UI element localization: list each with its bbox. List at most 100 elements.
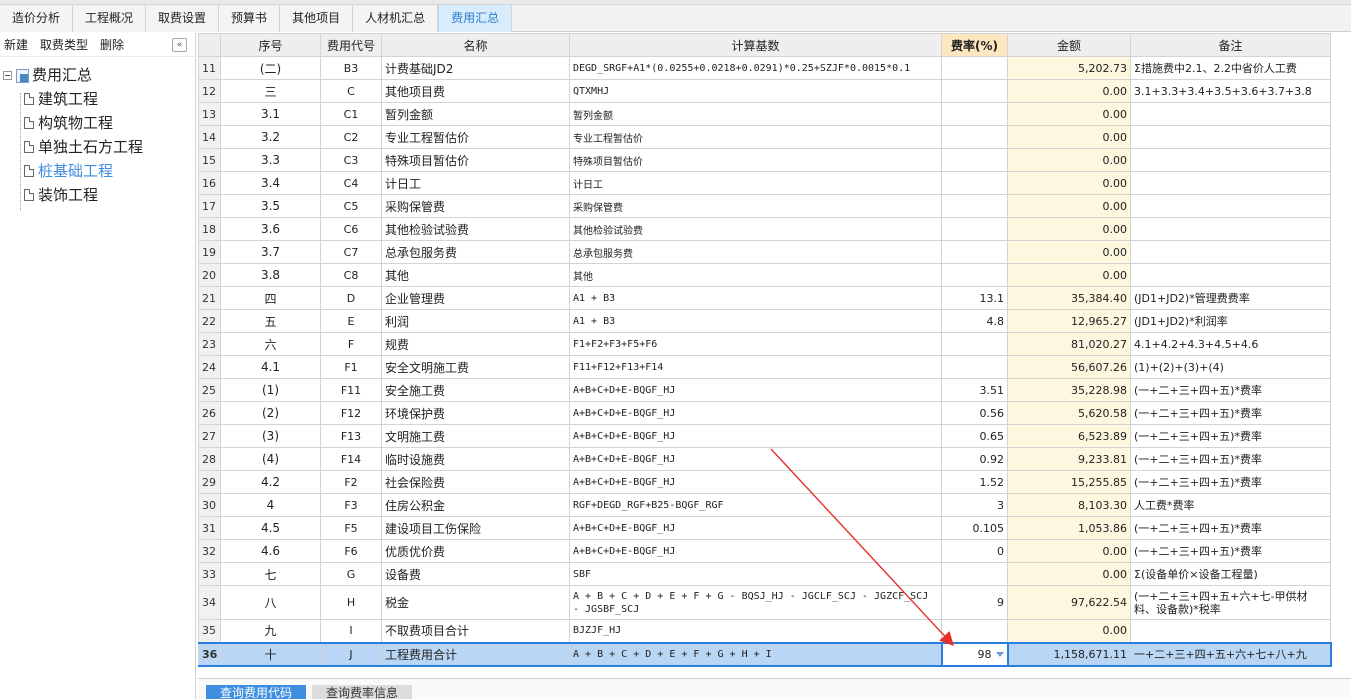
seq-cell[interactable]: 3.2 <box>220 125 321 149</box>
rate-cell[interactable] <box>941 125 1008 149</box>
note-cell[interactable]: (一+二+三+四+五)*费率 <box>1130 516 1331 540</box>
fee-code-cell[interactable]: F <box>320 332 382 356</box>
note-cell[interactable]: Σ(设备单价×设备工程量) <box>1130 562 1331 586</box>
rate-cell[interactable] <box>941 102 1008 126</box>
fee-name-cell[interactable]: 优质优价费 <box>381 539 570 563</box>
fee-code-cell[interactable]: C5 <box>320 194 382 218</box>
row-number-cell[interactable]: 19 <box>198 240 221 264</box>
note-cell[interactable] <box>1130 263 1331 287</box>
fee-code-cell[interactable]: C7 <box>320 240 382 264</box>
row-number-cell[interactable]: 15 <box>198 148 221 172</box>
calc-base-cell[interactable]: A+B+C+D+E-BQGF_HJ <box>569 378 942 402</box>
col-header-code[interactable]: 费用代号 <box>320 33 382 57</box>
fee-code-cell[interactable]: F1 <box>320 355 382 379</box>
table-row[interactable]: 12 三 C 其他项目费 QTXMHJ 0.00 3.1+3.3+3.4+3.5+3.6+3… <box>198 79 1331 103</box>
table-row[interactable]: 14 3.2 C2 专业工程暂估价 专业工程暂估价 0.00 <box>198 125 1331 149</box>
calc-base-cell[interactable]: BJZJF_HJ <box>569 619 942 643</box>
rate-cell[interactable] <box>941 355 1008 379</box>
row-number-cell[interactable]: 21 <box>198 286 221 310</box>
note-cell[interactable] <box>1130 194 1331 218</box>
fee-code-cell[interactable]: C <box>320 79 382 103</box>
note-cell[interactable] <box>1130 240 1331 264</box>
rate-dropdown-icon[interactable] <box>995 652 1004 657</box>
seq-cell[interactable]: 4.2 <box>220 470 321 494</box>
table-row[interactable]: 20 3.8 C8 其他 其他 0.00 <box>198 263 1331 287</box>
row-number-cell[interactable]: 33 <box>198 562 221 586</box>
row-number-cell[interactable]: 26 <box>198 401 221 425</box>
fee-code-cell[interactable]: C1 <box>320 102 382 126</box>
rate-cell[interactable]: 9 <box>941 585 1008 620</box>
table-row[interactable]: 21 四 D 企业管理费 A1 + B3 13.1 35,384.40 (JD1+JD2)*管… <box>198 286 1331 310</box>
calc-base-cell[interactable]: F11+F12+F13+F14 <box>569 355 942 379</box>
note-cell[interactable]: 3.1+3.3+3.4+3.5+3.6+3.7+3.8 <box>1130 79 1331 103</box>
rate-cell[interactable]: 0.105 <box>941 516 1008 540</box>
row-number-cell[interactable]: 11 <box>198 56 221 80</box>
amount-cell[interactable]: 1,053.86 <box>1007 516 1131 540</box>
rate-cell[interactable] <box>941 148 1008 172</box>
row-number-cell[interactable]: 13 <box>198 102 221 126</box>
fee-name-cell[interactable]: 设备费 <box>381 562 570 586</box>
amount-cell[interactable]: 0.00 <box>1007 171 1131 195</box>
seq-cell[interactable]: 3.6 <box>220 217 321 241</box>
calc-base-cell[interactable]: A+B+C+D+E-BQGF_HJ <box>569 401 942 425</box>
col-header-seq[interactable]: 序号 <box>220 33 321 57</box>
seq-cell[interactable]: 五 <box>220 309 321 333</box>
note-cell[interactable] <box>1130 148 1331 172</box>
note-cell[interactable]: 一+二+三+四+五+六+七+八+九 <box>1130 641 1332 667</box>
fee-code-cell[interactable]: D <box>320 286 382 310</box>
note-cell[interactable] <box>1130 102 1331 126</box>
fee-code-cell[interactable]: C3 <box>320 148 382 172</box>
row-number-cell[interactable]: 14 <box>198 125 221 149</box>
fee-code-cell[interactable]: C2 <box>320 125 382 149</box>
rate-cell[interactable]: 0.56 <box>941 401 1008 425</box>
calc-base-cell[interactable]: A+B+C+D+E-BQGF_HJ <box>569 424 942 448</box>
calc-base-cell[interactable]: QTXMHJ <box>569 79 942 103</box>
amount-cell[interactable]: 0.00 <box>1007 240 1131 264</box>
amount-cell[interactable]: 0.00 <box>1007 263 1131 287</box>
seq-cell[interactable]: 3.3 <box>220 148 321 172</box>
tab-labor-material-summary[interactable]: 人材机汇总 <box>353 5 439 32</box>
calc-base-cell[interactable]: A+B+C+D+E-BQGF_HJ <box>569 447 942 471</box>
rate-cell[interactable]: 4.8 <box>941 309 1008 333</box>
calc-base-cell[interactable]: A+B+C+D+E-BQGF_HJ <box>569 539 942 563</box>
col-header-name[interactable]: 名称 <box>381 33 570 57</box>
query-fee-code-button[interactable]: 查询费用代码 <box>206 685 307 699</box>
rate-cell[interactable]: 1.52 <box>941 470 1008 494</box>
seq-cell[interactable]: (3) <box>220 424 321 448</box>
calc-base-cell[interactable]: 专业工程暂估价 <box>569 125 942 149</box>
amount-cell[interactable]: 0.00 <box>1007 79 1131 103</box>
rate-cell[interactable]: 98 <box>940 641 1009 667</box>
table-row[interactable]: 26 (2) F12 环境保护费 A+B+C+D+E-BQGF_HJ 0.56 5,620.… <box>198 401 1331 425</box>
fee-code-cell[interactable]: F3 <box>320 493 382 517</box>
table-row[interactable]: 24 4.1 F1 安全文明施工费 F11+F12+F13+F14 56,607.26 (1… <box>198 355 1331 379</box>
amount-cell[interactable]: 35,228.98 <box>1007 378 1131 402</box>
rate-cell[interactable]: 13.1 <box>941 286 1008 310</box>
note-cell[interactable]: 人工费*费率 <box>1130 493 1331 517</box>
tab-project-overview[interactable]: 工程概况 <box>73 5 147 32</box>
table-row[interactable]: 30 4 F3 住房公积金 RGF+DEGD_RGF+B25-BQGF_RGF 3 8,10… <box>198 493 1331 517</box>
tab-cost-analysis[interactable]: 造价分析 <box>0 5 74 32</box>
calc-base-cell[interactable]: A1 + B3 <box>569 309 942 333</box>
rate-cell[interactable] <box>941 562 1008 586</box>
fee-code-cell[interactable]: C8 <box>320 263 382 287</box>
note-cell[interactable]: (JD1+JD2)*利润率 <box>1130 309 1331 333</box>
amount-cell[interactable]: 0.00 <box>1007 125 1131 149</box>
amount-cell[interactable]: 0.00 <box>1007 562 1131 586</box>
amount-cell[interactable]: 0.00 <box>1007 619 1131 643</box>
calc-base-cell[interactable]: A1 + B3 <box>569 286 942 310</box>
calc-base-cell[interactable]: A + B + C + D + E + F + G - BQSJ_HJ - JG… <box>569 585 942 620</box>
rate-cell[interactable] <box>941 263 1008 287</box>
table-row[interactable]: 16 3.4 C4 计日工 计日工 0.00 <box>198 171 1331 195</box>
amount-cell[interactable]: 15,255.85 <box>1007 470 1131 494</box>
amount-cell[interactable]: 6,523.89 <box>1007 424 1131 448</box>
fee-name-cell[interactable]: 安全施工费 <box>381 378 570 402</box>
delete-button[interactable]: 删除 <box>100 36 124 53</box>
amount-cell[interactable]: 0.00 <box>1007 148 1131 172</box>
rate-cell[interactable] <box>941 194 1008 218</box>
calc-base-cell[interactable]: 采购保管费 <box>569 194 942 218</box>
note-cell[interactable]: (一+二+三+四+五)*费率 <box>1130 470 1331 494</box>
rate-cell[interactable]: 3.51 <box>941 378 1008 402</box>
fee-name-cell[interactable]: 利润 <box>381 309 570 333</box>
fee-name-cell[interactable]: 规费 <box>381 332 570 356</box>
row-number-cell[interactable]: 34 <box>198 585 221 620</box>
